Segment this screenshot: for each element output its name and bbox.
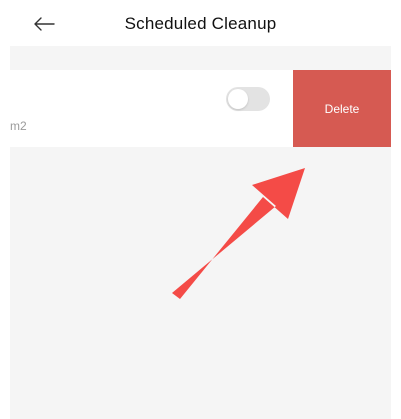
cleanup-schedule-item[interactable]: m2 xyxy=(10,70,293,147)
delete-label: Delete xyxy=(324,101,360,116)
delete-button[interactable]: Delete xyxy=(293,70,391,147)
item-subtext: m2 xyxy=(10,119,27,133)
page-title: Scheduled Cleanup xyxy=(124,14,277,33)
toggle-knob xyxy=(228,89,248,109)
scheduled-cleanup-screen: Scheduled Cleanup m2 Delete xyxy=(0,0,401,419)
enable-toggle[interactable] xyxy=(226,87,270,111)
header-bar: Scheduled Cleanup xyxy=(0,0,401,46)
